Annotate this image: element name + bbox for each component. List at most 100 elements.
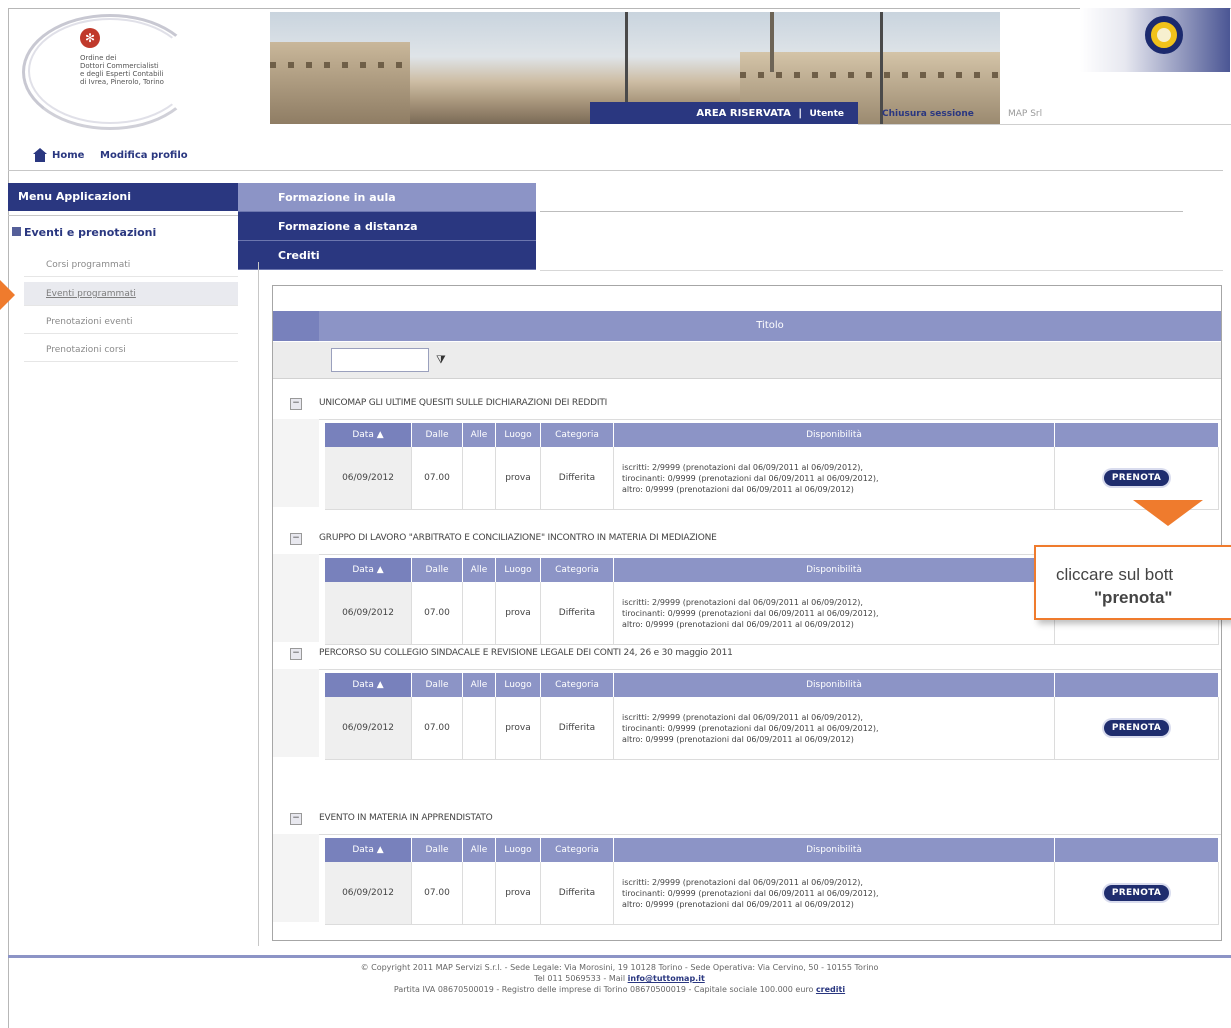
footer: © Copyright 2011 MAP Servizi S.r.l. - Se… xyxy=(8,962,1231,995)
book-button[interactable]: PRENOTA xyxy=(1103,720,1170,736)
submenu-item-distance-training[interactable]: Formazione a distanza xyxy=(238,212,536,241)
footer-company-info: Partita IVA 08670500019 - Registro delle… xyxy=(8,984,1231,995)
submenu-item-credits[interactable]: Crediti xyxy=(238,241,536,270)
collapse-icon[interactable]: − xyxy=(290,398,302,410)
event-detail-table: Data ▲ Dalle Alle Luogo Categoria Dispon… xyxy=(325,838,1219,925)
column-header-availability[interactable]: Disponibilità xyxy=(613,673,1055,697)
banner-spire xyxy=(770,12,774,72)
sidebar-item-event-bookings[interactable]: Prenotazioni eventi xyxy=(24,310,238,334)
column-header-availability[interactable]: Disponibilità xyxy=(613,838,1055,862)
column-header-date[interactable]: Data ▲ xyxy=(325,673,412,697)
table-header-row: Data ▲ Dalle Alle Luogo Categoria Dispon… xyxy=(325,423,1219,447)
home-link[interactable]: Home xyxy=(52,150,84,161)
event-title: UNICOMAP GLI ULTIME QUESITI SULLE DICHIA… xyxy=(319,398,608,408)
column-header-date[interactable]: Data ▲ xyxy=(325,558,412,582)
column-header-to[interactable]: Alle xyxy=(462,838,496,862)
divider xyxy=(540,211,1183,212)
edit-profile-link[interactable]: Modifica profilo xyxy=(100,150,188,161)
company-name: MAP Srl xyxy=(1008,109,1043,119)
title-filter-input[interactable] xyxy=(331,348,429,372)
column-header-date[interactable]: Data ▲ xyxy=(325,423,412,447)
footer-credits-link[interactable]: crediti xyxy=(816,985,845,994)
grid-header-gutter xyxy=(273,311,319,341)
logout-link[interactable]: Chiusura sessione xyxy=(882,102,974,126)
column-header-category[interactable]: Categoria xyxy=(540,838,614,862)
cell-availability: iscritti: 2/9999 (prenotazioni dal 06/09… xyxy=(613,697,1055,760)
sidebar-item-scheduled-events[interactable]: Eventi programmati xyxy=(24,282,238,306)
sidebar-group-label: Eventi e prenotazioni xyxy=(24,226,157,239)
column-header-place[interactable]: Luogo xyxy=(495,838,541,862)
group-gutter xyxy=(273,419,319,507)
column-header-label: Data xyxy=(352,845,374,855)
cell-category: Differita xyxy=(540,862,614,925)
column-header-action xyxy=(1054,838,1219,862)
cell-date: 06/09/2012 xyxy=(325,862,412,925)
column-header-to[interactable]: Alle xyxy=(462,558,496,582)
cell-action: PRENOTA xyxy=(1054,697,1219,760)
column-header-to[interactable]: Alle xyxy=(462,423,496,447)
divider xyxy=(258,262,259,946)
group-gutter xyxy=(273,834,319,922)
column-header-from[interactable]: Dalle xyxy=(411,838,463,862)
column-header-category[interactable]: Categoria xyxy=(540,423,614,447)
session-bar: Chiusura sessione MAP Srl xyxy=(858,102,1231,125)
column-header-date[interactable]: Data ▲ xyxy=(325,838,412,862)
column-header-category[interactable]: Categoria xyxy=(540,558,614,582)
cell-place: prova xyxy=(495,582,541,645)
banner-building xyxy=(270,42,410,124)
cell-place: prova xyxy=(495,862,541,925)
cell-from: 07.00 xyxy=(411,697,463,760)
logo-line: Ordine dei xyxy=(80,54,117,62)
column-header-place[interactable]: Luogo xyxy=(495,673,541,697)
cell-place: prova xyxy=(495,447,541,510)
collapse-icon[interactable]: − xyxy=(290,813,302,825)
home-icon[interactable] xyxy=(33,148,47,162)
event-group: − PERCORSO SU COLLEGIO SINDACALE E REVIS… xyxy=(273,639,1221,761)
user-link[interactable]: Utente xyxy=(809,109,844,119)
availability-line: iscritti: 2/9999 (prenotazioni dal 06/09… xyxy=(622,877,863,887)
grid-header: Titolo xyxy=(273,311,1221,341)
cell-from: 07.00 xyxy=(411,582,463,645)
top-navigation xyxy=(8,140,1223,171)
column-header-category[interactable]: Categoria xyxy=(540,673,614,697)
availability-line: altro: 0/9999 (prenotazioni dal 06/09/20… xyxy=(622,899,854,909)
cell-category: Differita xyxy=(540,447,614,510)
submenu-flyout: Formazione in aula Formazione a distanza… xyxy=(238,183,536,270)
event-group-header: − EVENTO IN MATERIA IN APPRENDISTATO xyxy=(273,804,1221,835)
sort-ascending-icon: ▲ xyxy=(376,680,384,690)
footer-email-link[interactable]: info@tuttomap.it xyxy=(628,974,705,983)
collapse-icon[interactable]: − xyxy=(290,648,302,660)
column-header-label: Data xyxy=(352,680,374,690)
cell-date: 06/09/2012 xyxy=(325,447,412,510)
collapse-icon[interactable]: − xyxy=(290,533,302,545)
column-header-availability[interactable]: Disponibilità xyxy=(613,558,1055,582)
column-header-title[interactable]: Titolo xyxy=(319,311,1221,341)
footer-divider xyxy=(8,955,1231,958)
cell-category: Differita xyxy=(540,697,614,760)
column-header-from[interactable]: Dalle xyxy=(411,673,463,697)
cell-from: 07.00 xyxy=(411,862,463,925)
column-header-to[interactable]: Alle xyxy=(462,673,496,697)
sidebar-item-course-bookings[interactable]: Prenotazioni corsi xyxy=(24,338,238,362)
book-button[interactable]: PRENOTA xyxy=(1103,470,1170,486)
cell-action: PRENOTA xyxy=(1054,862,1219,925)
event-detail-table: Data ▲ Dalle Alle Luogo Categoria Dispon… xyxy=(325,423,1219,510)
sidebar-group-events[interactable]: Eventi e prenotazioni xyxy=(12,226,156,239)
submenu-item-classroom-training[interactable]: Formazione in aula xyxy=(238,183,536,212)
column-header-availability[interactable]: Disponibilità xyxy=(613,423,1055,447)
sidebar-item-scheduled-courses[interactable]: Corsi programmati xyxy=(24,253,238,277)
cell-category: Differita xyxy=(540,582,614,645)
funnel-icon[interactable]: ⧩ xyxy=(436,353,446,367)
sort-ascending-icon: ▲ xyxy=(376,430,384,440)
column-header-from[interactable]: Dalle xyxy=(411,558,463,582)
footer-registry: Partita IVA 08670500019 - Registro delle… xyxy=(393,985,816,994)
column-header-place[interactable]: Luogo xyxy=(495,423,541,447)
divider xyxy=(8,215,238,216)
column-header-place[interactable]: Luogo xyxy=(495,558,541,582)
book-button[interactable]: PRENOTA xyxy=(1103,885,1170,901)
column-header-label: Data xyxy=(352,565,374,575)
pointer-arrow-icon xyxy=(0,280,15,310)
callout-text-emphasis: "prenota" xyxy=(1094,588,1173,607)
cell-availability: iscritti: 2/9999 (prenotazioni dal 06/09… xyxy=(613,447,1055,510)
column-header-from[interactable]: Dalle xyxy=(411,423,463,447)
